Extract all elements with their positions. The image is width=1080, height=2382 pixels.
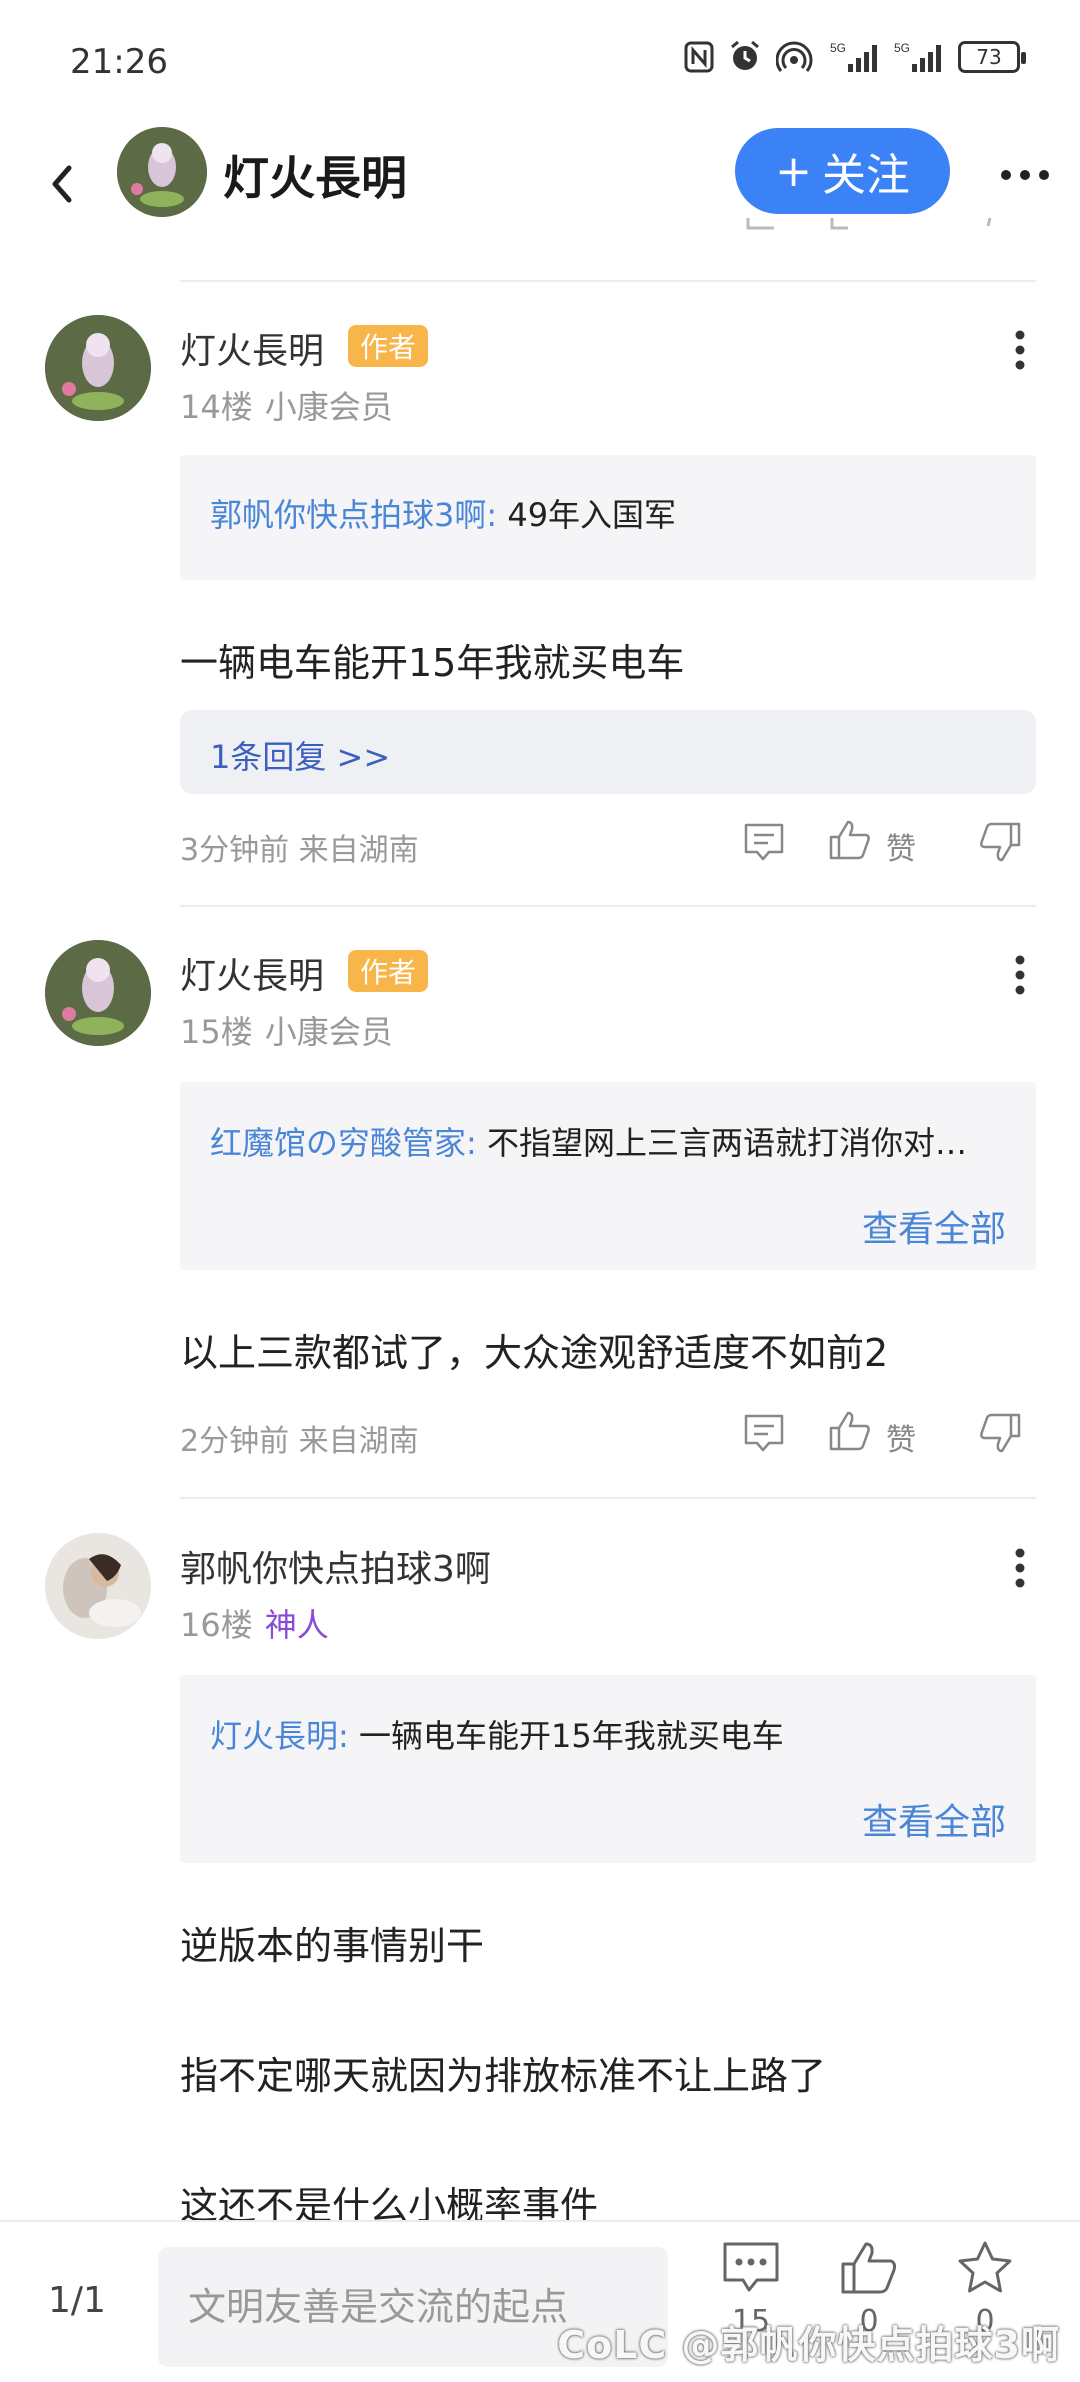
like-icon [841, 2242, 897, 2294]
svg-text:5G: 5G [894, 41, 910, 55]
previous-post-actions [740, 218, 1000, 240]
post-meta: 2分钟前 来自湖南 [180, 1424, 419, 1459]
member-level: 小康会员 [264, 388, 393, 426]
back-icon[interactable] [32, 154, 92, 214]
quote-line: 灯火長明: 一辆电车能开15年我就买电车 [210, 1711, 1016, 1757]
hotspot-icon [776, 41, 813, 72]
signal-icon-2: 5G [894, 41, 941, 72]
avatar[interactable] [117, 127, 207, 217]
floor-number: 16楼 [180, 1606, 253, 1644]
avatar[interactable] [45, 1533, 151, 1639]
page-title: 灯火長明 [223, 151, 407, 205]
quote-text: 一辆电车能开15年我就买电车 [358, 1717, 784, 1755]
quote-text: 49年入国军 [507, 496, 677, 534]
quoted-reply[interactable]: 红魔馆の穷酸管家: 不指望网上三言两语就打消你对… 查看全部 [180, 1082, 1036, 1270]
post-content-line: 逆版本的事情别干 [180, 1924, 485, 1968]
post-content: 以上三款都试了，大众途观舒适度不如前2 [180, 1331, 889, 1375]
divider [180, 905, 1036, 907]
floor-info: 16楼 神人 [180, 1600, 329, 1646]
bottom-bar: 1/1 15 0 0 CoLC @郭帆你快点拍球3啊 [0, 2220, 1080, 2382]
quote-author[interactable]: 灯火長明: [210, 1717, 349, 1755]
post-content: 一辆电车能开15年我就买电车 [180, 641, 685, 685]
author-badge: 作者 [348, 950, 429, 992]
quoted-reply[interactable]: 郭帆你快点拍球3啊: 49年入国军 [180, 455, 1036, 580]
view-all-link[interactable]: 查看全部 [862, 1793, 1006, 1845]
floor-info: 15楼 小康会员 [180, 1007, 393, 1053]
floor-info: 14楼 小康会员 [180, 382, 393, 428]
author-badge: 作者 [348, 325, 429, 367]
divider [180, 1497, 1036, 1499]
status-icons: 5G 5G 73 [684, 40, 1026, 74]
view-all-link[interactable]: 查看全部 [862, 1200, 1006, 1252]
avatar[interactable] [45, 940, 151, 1046]
dislike-icon[interactable] [978, 820, 1022, 864]
view-replies-link[interactable]: 1条回复 >> [210, 732, 390, 778]
more-icon[interactable] [990, 150, 1060, 200]
nfc-icon [684, 41, 714, 73]
quoted-reply[interactable]: 灯火長明: 一辆电车能开15年我就买电车 查看全部 [180, 1675, 1036, 1863]
comment-icon[interactable] [742, 820, 786, 864]
post-meta: 3分钟前 来自湖南 [180, 833, 419, 868]
reply-box[interactable]: 1条回复 >> [180, 710, 1036, 794]
kebab-menu-icon[interactable] [1000, 1538, 1040, 1598]
follow-button[interactable]: + 关注 [735, 128, 950, 214]
avatar[interactable] [45, 315, 151, 421]
username[interactable]: 灯火長明 [180, 947, 324, 999]
like-label[interactable]: 赞 [886, 824, 916, 868]
like-label[interactable]: 赞 [886, 1415, 916, 1459]
quote-line: 红魔馆の穷酸管家: 不指望网上三言两语就打消你对… [210, 1118, 1016, 1164]
divider [180, 280, 1036, 282]
watermark: CoLC @郭帆你快点拍球3啊 [557, 2314, 1060, 2369]
status-time: 21:26 [70, 42, 168, 82]
member-level: 小康会员 [264, 1013, 393, 1051]
battery-level: 73 [976, 45, 1002, 69]
alarm-icon [731, 40, 759, 70]
quote-author[interactable]: 郭帆你快点拍球3啊: [210, 496, 497, 534]
follow-label: 关注 [821, 150, 910, 201]
comment-icon [723, 2242, 779, 2292]
like-icon[interactable] [828, 1409, 872, 1453]
kebab-menu-icon[interactable] [1000, 320, 1040, 380]
member-level: 神人 [264, 1606, 329, 1644]
post-content-line: 指不定哪天就因为排放标准不让上路了 [180, 2054, 827, 2098]
watermark-text: @郭帆你快点拍球3啊 [681, 2323, 1060, 2367]
quote-text: 不指望网上三言两语就打消你对… [486, 1124, 967, 1162]
page-indicator[interactable]: 1/1 [48, 2280, 106, 2321]
quote-line: 郭帆你快点拍球3啊: 49年入国军 [210, 490, 1016, 536]
username[interactable]: 郭帆你快点拍球3啊 [180, 1540, 491, 1592]
quote-author[interactable]: 红魔馆の穷酸管家: [210, 1124, 477, 1162]
plus-icon: + [775, 145, 812, 197]
comment-icon[interactable] [742, 1411, 786, 1455]
floor-number: 15楼 [180, 1013, 253, 1051]
floor-number: 14楼 [180, 388, 253, 426]
like-icon[interactable] [828, 818, 872, 862]
status-bar: 21:26 5G 5G 73 [0, 0, 1080, 120]
dislike-icon[interactable] [978, 1411, 1022, 1455]
star-icon [958, 2241, 1012, 2293]
watermark-logo: CoLC [557, 2323, 668, 2367]
battery-icon: 73 [958, 41, 1026, 73]
signal-icon-1: 5G [830, 41, 877, 72]
username[interactable]: 灯火長明 [180, 322, 324, 374]
kebab-menu-icon[interactable] [1000, 945, 1040, 1005]
svg-text:5G: 5G [830, 41, 846, 55]
